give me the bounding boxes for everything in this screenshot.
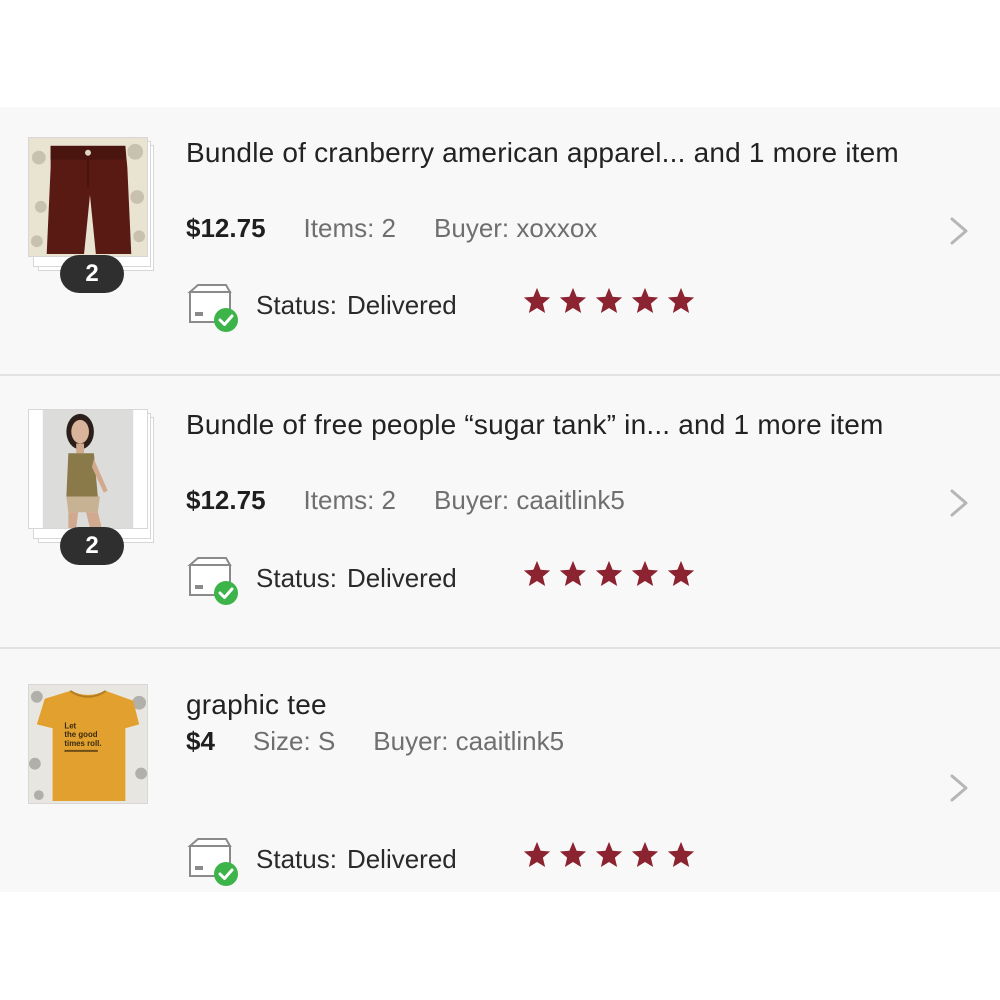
cranberry-pants-photo — [28, 137, 148, 257]
order-title: graphic tee — [186, 689, 327, 720]
delivered-box-icon — [186, 555, 242, 607]
star-icon — [594, 559, 624, 589]
rating-stars — [522, 286, 702, 320]
order-meta: $4 Size: S Buyer: caaitlink5 — [186, 724, 564, 758]
order-meta: $12.75 Items: 2 Buyer: caaitlink5 — [186, 483, 625, 517]
order-items: Items: 2 — [303, 213, 397, 243]
chevron-right-icon[interactable] — [944, 483, 974, 523]
star-icon — [630, 286, 660, 316]
sold-orders-page: 2 Bundle of cranberry american apparel..… — [0, 0, 1000, 1000]
order-row[interactable]: 2 Bundle of free people “sugar tank” in.… — [0, 376, 1000, 647]
status-label: Status: — [256, 844, 337, 874]
star-icon — [666, 286, 696, 316]
order-title: Bundle of free people “sugar tank” in...… — [186, 409, 884, 440]
order-row[interactable]: Let the good times roll. graphic tee $4 S… — [0, 649, 1000, 892]
tee-text-line: times roll. — [64, 739, 101, 748]
star-icon — [594, 840, 624, 870]
order-row[interactable]: 2 Bundle of cranberry american apparel..… — [0, 107, 1000, 374]
star-icon — [666, 840, 696, 870]
thumbnail-stack: 2 — [28, 409, 154, 565]
delivered-box-icon — [186, 282, 242, 334]
order-status: Status: Delivered — [186, 555, 726, 611]
status-label: Status: — [256, 290, 337, 320]
star-icon — [558, 286, 588, 316]
star-icon — [522, 286, 552, 316]
graphic-tee-photo: Let the good times roll. — [28, 684, 148, 804]
order-status: Status: Delivered — [186, 836, 726, 892]
rating-stars — [522, 559, 702, 593]
star-icon — [558, 840, 588, 870]
order-price: $12.75 — [186, 485, 266, 515]
tee-text-line: the good — [64, 730, 97, 739]
order-status: Status: Delivered — [186, 282, 726, 338]
item-count-badge: 2 — [60, 255, 124, 293]
delivered-box-icon — [186, 836, 242, 888]
chevron-right-icon[interactable] — [944, 768, 974, 808]
status-value: Delivered — [346, 563, 457, 593]
thumbnail: Let the good times roll. — [28, 684, 154, 834]
order-size: Size: S — [252, 726, 336, 756]
item-count-badge: 2 — [60, 527, 124, 565]
order-title: Bundle of cranberry american apparel... … — [186, 137, 899, 168]
thumbnail-stack: 2 — [28, 137, 154, 293]
order-price: $4 — [186, 726, 215, 756]
rating-stars — [522, 840, 702, 874]
model-tank-photo — [28, 409, 148, 529]
star-icon — [558, 559, 588, 589]
order-meta: $12.75 Items: 2 Buyer: xoxxox — [186, 211, 597, 245]
star-icon — [666, 559, 696, 589]
star-icon — [594, 286, 624, 316]
order-buyer: Buyer: xoxxox — [434, 213, 598, 243]
star-icon — [522, 559, 552, 589]
status-value: Delivered — [346, 290, 457, 320]
tee-text-line: Let — [64, 721, 76, 730]
order-buyer: Buyer: caaitlink5 — [373, 726, 565, 756]
star-icon — [522, 840, 552, 870]
order-buyer: Buyer: caaitlink5 — [434, 485, 625, 515]
status-label: Status: — [256, 563, 337, 593]
order-items: Items: 2 — [303, 485, 397, 515]
status-value: Delivered — [346, 844, 457, 874]
star-icon — [630, 559, 660, 589]
chevron-right-icon[interactable] — [944, 211, 974, 251]
order-price: $12.75 — [186, 213, 266, 243]
star-icon — [630, 840, 660, 870]
